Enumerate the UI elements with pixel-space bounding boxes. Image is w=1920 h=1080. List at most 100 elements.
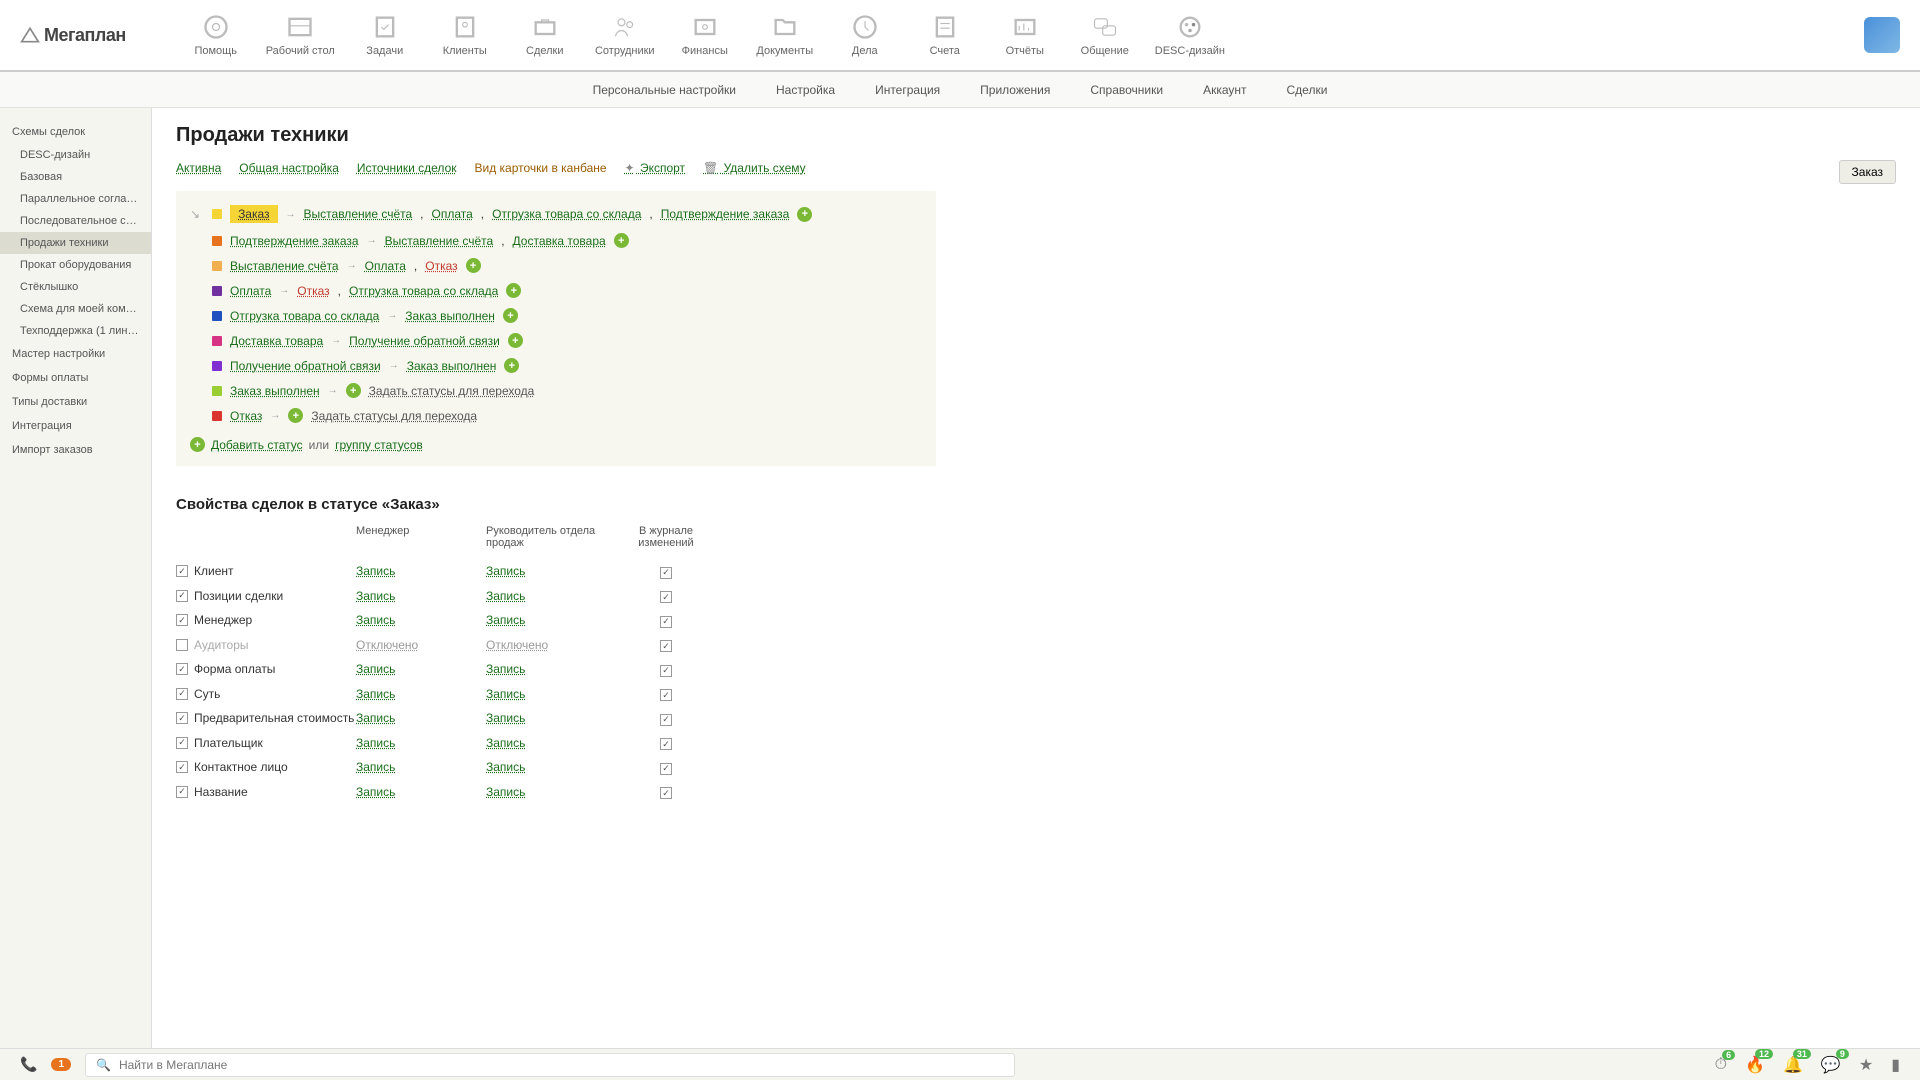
top-nav-дела[interactable]: Дела: [835, 13, 895, 57]
sidebar-item[interactable]: Последовательное согласов...: [0, 210, 151, 232]
add-status-link[interactable]: Добавить статус: [211, 438, 303, 452]
perm-head[interactable]: Запись: [486, 662, 525, 676]
add-button[interactable]: +: [503, 308, 518, 323]
log-checkbox[interactable]: ✓: [660, 591, 672, 603]
perm-manager[interactable]: Запись: [356, 736, 395, 750]
log-checkbox[interactable]: ✓: [660, 665, 672, 677]
perm-manager[interactable]: Запись: [356, 785, 395, 799]
property-checkbox[interactable]: ✓: [176, 712, 188, 724]
tab-0[interactable]: Активна: [176, 161, 221, 175]
top-nav-desc-дизайн[interactable]: DESC-дизайн: [1155, 13, 1225, 57]
property-checkbox[interactable]: ✓: [176, 688, 188, 700]
log-checkbox[interactable]: ✓: [660, 738, 672, 750]
add-button[interactable]: +: [466, 258, 481, 273]
perm-head[interactable]: Запись: [486, 589, 525, 603]
sidebar-group[interactable]: Мастер настройки: [0, 342, 151, 366]
search-bar[interactable]: 🔍: [85, 1053, 1015, 1077]
phone-icon[interactable]: 📞: [20, 1056, 37, 1073]
property-checkbox[interactable]: ✓: [176, 761, 188, 773]
logo[interactable]: Мегаплан: [20, 25, 126, 46]
add-button[interactable]: +: [346, 383, 361, 398]
bottom-icon-0[interactable]: ⏱6: [1715, 1056, 1727, 1074]
sub-nav-item[interactable]: Сделки: [1287, 83, 1328, 97]
status-name[interactable]: Заказ: [230, 205, 277, 223]
property-checkbox[interactable]: ✓: [176, 590, 188, 602]
log-checkbox[interactable]: ✓: [660, 763, 672, 775]
sub-nav-item[interactable]: Настройка: [776, 83, 835, 97]
top-nav-счета[interactable]: Счета: [915, 13, 975, 57]
set-transitions-link[interactable]: Задать статусы для перехода: [369, 384, 535, 398]
bottom-icon-1[interactable]: 🔥12: [1745, 1055, 1765, 1075]
sub-nav-item[interactable]: Персональные настройки: [593, 83, 736, 97]
sub-nav-item[interactable]: Приложения: [980, 83, 1050, 97]
top-nav-сотрудники[interactable]: Сотрудники: [595, 13, 655, 57]
transition-link[interactable]: Отказ: [297, 284, 329, 298]
perm-manager[interactable]: Запись: [356, 760, 395, 774]
sidebar-item[interactable]: Схема для моей компании: [0, 298, 151, 320]
sidebar-group[interactable]: Формы оплаты: [0, 366, 151, 390]
perm-head[interactable]: Запись: [486, 687, 525, 701]
tab-3[interactable]: Вид карточки в канбане: [475, 161, 607, 175]
transition-link[interactable]: Отгрузка товара со склада: [349, 284, 498, 298]
transition-link[interactable]: Доставка товара: [513, 234, 606, 248]
property-checkbox[interactable]: ✓: [176, 614, 188, 626]
add-button[interactable]: +: [614, 233, 629, 248]
top-nav-отчёты[interactable]: Отчёты: [995, 13, 1055, 57]
sub-nav-item[interactable]: Справочники: [1090, 83, 1163, 97]
perm-head[interactable]: Запись: [486, 564, 525, 578]
sub-nav-item[interactable]: Интеграция: [875, 83, 940, 97]
transition-link[interactable]: Заказ выполнен: [405, 309, 495, 323]
perm-manager[interactable]: Запись: [356, 613, 395, 627]
status-name[interactable]: Отказ: [230, 409, 262, 423]
top-nav-финансы[interactable]: Финансы: [675, 13, 735, 57]
transition-link[interactable]: Получение обратной связи: [349, 334, 500, 348]
status-name[interactable]: Заказ выполнен: [230, 384, 320, 398]
perm-manager[interactable]: Запись: [356, 687, 395, 701]
property-checkbox[interactable]: ✓: [176, 786, 188, 798]
top-nav-общение[interactable]: Общение: [1075, 13, 1135, 57]
bottom-icon-5[interactable]: ▮: [1891, 1055, 1900, 1075]
perm-head[interactable]: Запись: [486, 736, 525, 750]
log-checkbox[interactable]: ✓: [660, 567, 672, 579]
property-checkbox[interactable]: ✓: [176, 565, 188, 577]
add-button[interactable]: +: [504, 358, 519, 373]
transition-link[interactable]: Оплата: [365, 259, 406, 273]
top-nav-документы[interactable]: Документы: [755, 13, 815, 57]
transition-link[interactable]: Подтверждение заказа: [661, 207, 790, 221]
property-checkbox[interactable]: ✓: [176, 663, 188, 675]
top-nav-помощь[interactable]: Помощь: [186, 13, 246, 57]
perm-manager[interactable]: Отключено: [356, 638, 418, 652]
status-name[interactable]: Выставление счёта: [230, 259, 339, 273]
top-nav-сделки[interactable]: Сделки: [515, 13, 575, 57]
log-checkbox[interactable]: ✓: [660, 787, 672, 799]
order-button[interactable]: Заказ: [1839, 160, 1896, 184]
sidebar-item[interactable]: Прокат оборудования: [0, 254, 151, 276]
sub-nav-item[interactable]: Аккаунт: [1203, 83, 1246, 97]
drag-icon[interactable]: ↘: [190, 207, 200, 221]
add-button[interactable]: +: [508, 333, 523, 348]
tab-2[interactable]: Источники сделок: [357, 161, 457, 175]
set-transitions-link[interactable]: Задать статусы для перехода: [311, 409, 477, 423]
status-name[interactable]: Оплата: [230, 284, 271, 298]
add-status-button[interactable]: +: [190, 437, 205, 452]
status-name[interactable]: Отгрузка товара со склада: [230, 309, 379, 323]
log-checkbox[interactable]: ✓: [660, 616, 672, 628]
perm-head[interactable]: Запись: [486, 613, 525, 627]
add-button[interactable]: +: [797, 207, 812, 222]
perm-manager[interactable]: Запись: [356, 711, 395, 725]
perm-manager[interactable]: Запись: [356, 662, 395, 676]
perm-head[interactable]: Запись: [486, 785, 525, 799]
status-name[interactable]: Подтверждение заказа: [230, 234, 359, 248]
sidebar-group[interactable]: Импорт заказов: [0, 438, 151, 462]
top-nav-клиенты[interactable]: Клиенты: [435, 13, 495, 57]
top-nav-рабочий стол[interactable]: Рабочий стол: [266, 13, 335, 57]
perm-head[interactable]: Запись: [486, 711, 525, 725]
tab-1[interactable]: Общая настройка: [239, 161, 339, 175]
property-checkbox[interactable]: ✓: [176, 737, 188, 749]
property-checkbox[interactable]: [176, 639, 188, 651]
sidebar-item[interactable]: Параллельное согласование: [0, 188, 151, 210]
perm-manager[interactable]: Запись: [356, 589, 395, 603]
status-name[interactable]: Доставка товара: [230, 334, 323, 348]
sidebar-group[interactable]: Типы доставки: [0, 390, 151, 414]
transition-link[interactable]: Оплата: [432, 207, 473, 221]
